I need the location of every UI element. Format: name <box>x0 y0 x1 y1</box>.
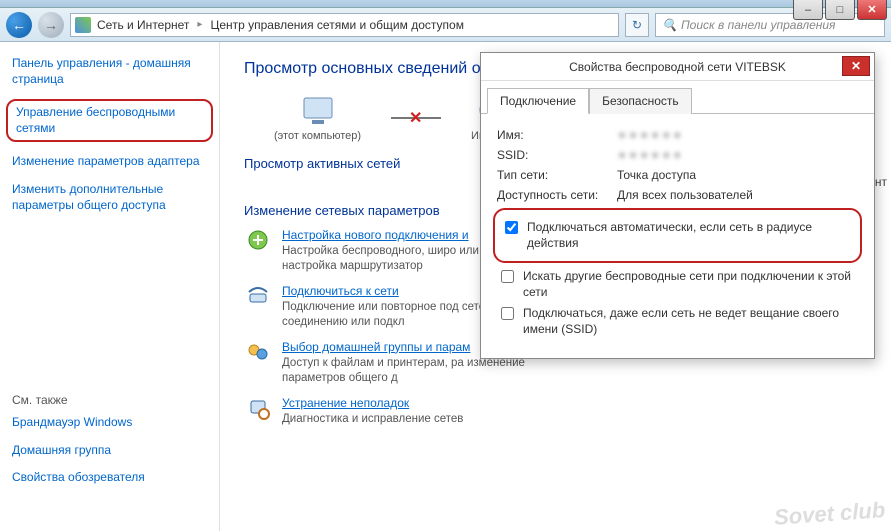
window-titlebar <box>0 0 891 8</box>
breadcrumb-2[interactable]: Центр управления сетями и общим доступом <box>210 18 464 32</box>
dialog-body: Имя: ∗∗∗∗∗∗ SSID: ∗∗∗∗∗∗ Тип сети: Точка… <box>481 114 874 358</box>
check-auto-connect-box[interactable] <box>505 221 518 234</box>
action-troubleshoot-desc: Диагностика и исправление сетев <box>282 412 463 427</box>
sidebar-homegroup-link[interactable]: Домашняя группа <box>12 443 207 459</box>
prop-avail-value: Для всех пользователей <box>617 188 753 202</box>
tab-connection[interactable]: Подключение <box>487 88 589 114</box>
wireless-properties-dialog: Свойства беспроводной сети VITEBSK ✕ Под… <box>480 52 875 359</box>
homegroup-icon <box>244 340 272 364</box>
prop-avail-label: Доступность сети: <box>497 188 617 202</box>
prop-type-label: Тип сети: <box>497 168 617 182</box>
check-other-networks-label: Искать другие беспроводные сети при подк… <box>523 269 858 300</box>
close-button[interactable]: ✕ <box>857 0 887 20</box>
check-auto-connect-label: Подключаться автоматически, если сеть в … <box>527 220 854 251</box>
action-troubleshoot: Устранение неполадок Диагностика и испра… <box>244 396 891 427</box>
new-connection-icon <box>244 228 272 252</box>
sidebar-adapter-link[interactable]: Изменение параметров адаптера <box>12 154 207 170</box>
node-this-label: (этот компьютер) <box>274 130 361 142</box>
sidebar: Панель управления - домашняя страница Уп… <box>0 42 220 531</box>
search-icon: 🔍 <box>662 18 677 32</box>
breadcrumb-1[interactable]: Сеть и Интернет <box>97 18 189 32</box>
navigation-bar: ← → Сеть и Интернет ▸ Центр управления с… <box>0 8 891 42</box>
sidebar-sharing-link[interactable]: Изменить дополнительные параметры общего… <box>12 182 207 213</box>
minimize-button[interactable]: – <box>793 0 823 20</box>
control-panel-icon <box>75 17 91 33</box>
check-other-networks-box[interactable] <box>501 270 514 283</box>
forward-button[interactable]: → <box>38 12 64 38</box>
dialog-tabs: Подключение Безопасность <box>481 81 874 114</box>
prop-type-value: Точка доступа <box>617 168 696 182</box>
prop-name-label: Имя: <box>497 128 617 142</box>
tab-security[interactable]: Безопасность <box>589 88 692 114</box>
check-hidden-ssid-label: Подключаться, даже если сеть не ведет ве… <box>523 306 858 337</box>
sidebar-seealso-title: См. также <box>12 393 207 407</box>
back-button[interactable]: ← <box>6 12 32 38</box>
check-auto-connect[interactable]: Подключаться автоматически, если сеть в … <box>501 220 854 251</box>
node-this-computer: (этот компьютер) <box>274 94 361 142</box>
breadcrumb-sep-icon: ▸ <box>195 19 204 30</box>
prop-ssid-value: ∗∗∗∗∗∗ <box>617 148 683 162</box>
dialog-title-bar[interactable]: Свойства беспроводной сети VITEBSK ✕ <box>481 53 874 81</box>
check-hidden-ssid[interactable]: Подключаться, даже если сеть не ведет ве… <box>497 306 858 337</box>
prop-ssid-label: SSID: <box>497 148 617 162</box>
action-homegroup-desc: Доступ к файлам и принтерам, ра изменени… <box>282 356 542 386</box>
check-hidden-ssid-box[interactable] <box>501 307 514 320</box>
address-bar[interactable]: Сеть и Интернет ▸ Центр управления сетям… <box>70 13 619 37</box>
computer-icon <box>298 94 338 128</box>
maximize-button[interactable]: □ <box>825 0 855 20</box>
sidebar-wireless-link[interactable]: Управление беспроводными сетями <box>6 99 213 142</box>
sidebar-firewall-link[interactable]: Брандмауэр Windows <box>12 415 207 431</box>
window-controls: – □ ✕ <box>793 0 887 20</box>
auto-connect-highlight: Подключаться автоматически, если сеть в … <box>493 208 862 263</box>
connect-icon <box>244 284 272 308</box>
troubleshoot-icon <box>244 396 272 420</box>
dialog-close-button[interactable]: ✕ <box>842 56 870 76</box>
sidebar-browser-link[interactable]: Свойства обозревателя <box>12 470 207 486</box>
action-troubleshoot-link[interactable]: Устранение неполадок <box>282 396 463 410</box>
prop-name-value: ∗∗∗∗∗∗ <box>617 128 683 142</box>
sidebar-home-link[interactable]: Панель управления - домашняя страница <box>12 56 207 87</box>
refresh-button[interactable]: ↻ <box>625 13 649 37</box>
check-other-networks[interactable]: Искать другие беспроводные сети при подк… <box>497 269 858 300</box>
connection-line-broken <box>391 117 441 119</box>
dialog-title: Свойства беспроводной сети VITEBSK <box>569 60 786 74</box>
